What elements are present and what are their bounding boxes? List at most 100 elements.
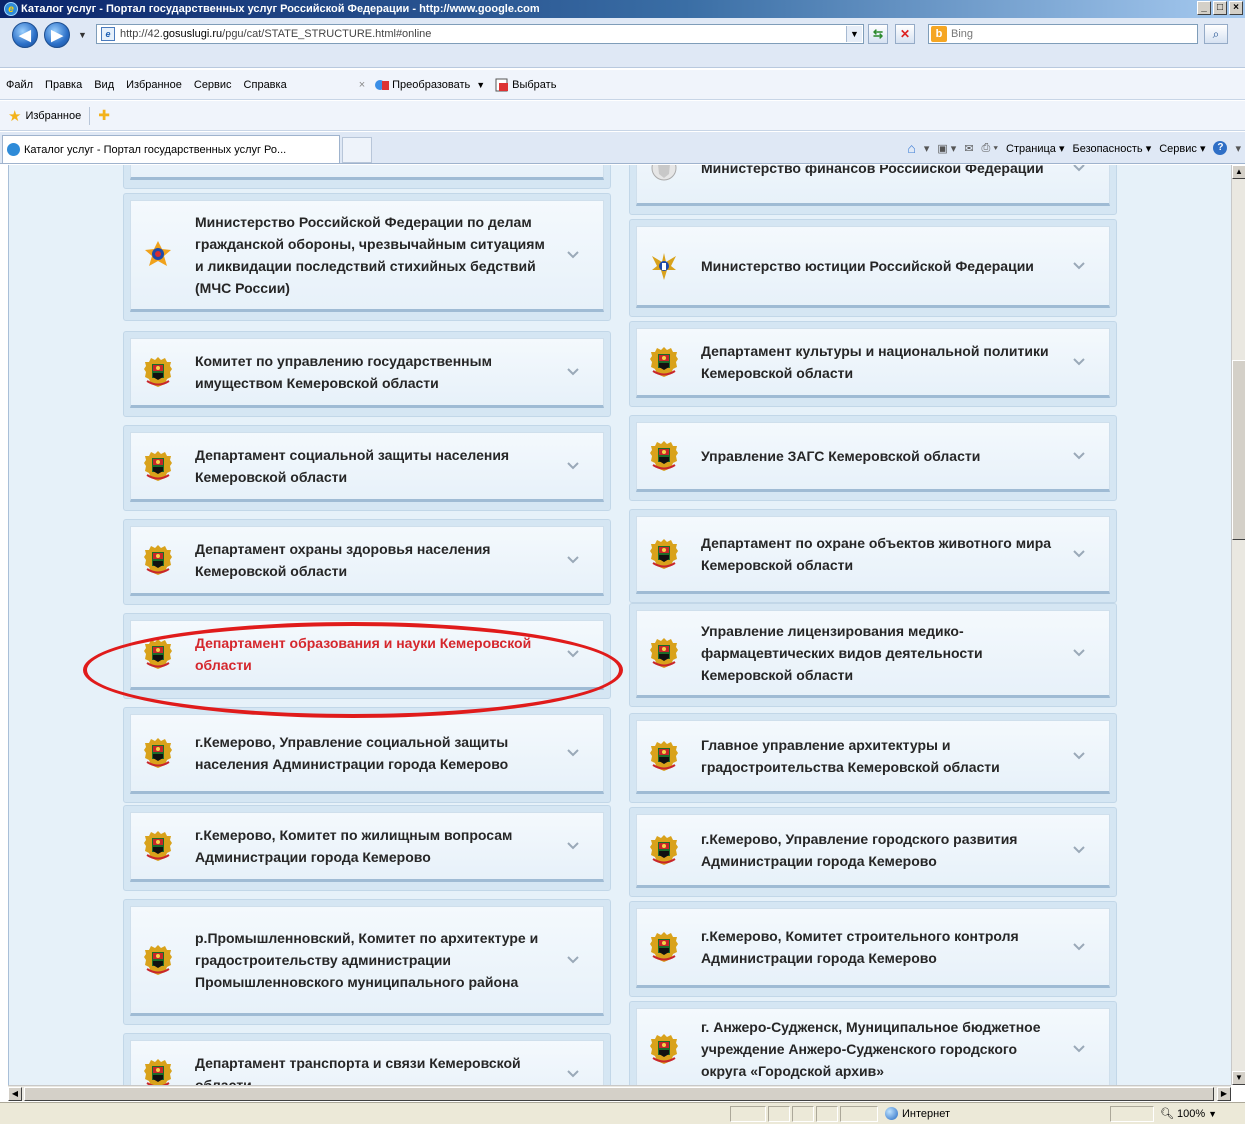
catalog-card[interactable]: г.Кемерово, Управление городского развит… — [629, 807, 1117, 897]
chevron-down-icon[interactable] — [1071, 842, 1087, 858]
catalog-card[interactable]: Министерство юстиции Российской Федераци… — [629, 219, 1117, 317]
home-icon[interactable]: ⌂ — [907, 140, 915, 156]
chevron-down-icon[interactable] — [565, 745, 581, 761]
maximize-button[interactable]: □ — [1213, 1, 1227, 15]
catalog-card-title[interactable]: Управление лицензирования медико-фармаце… — [701, 620, 1061, 686]
chevron-down-icon[interactable] — [1071, 939, 1087, 955]
catalog-card-title[interactable]: г. Анжеро-Судженск, Муниципальное бюджет… — [701, 1016, 1061, 1082]
add-favorite-icon[interactable]: ✚ — [98, 107, 110, 124]
safety-menu[interactable]: Безопасность ▾ — [1072, 142, 1151, 155]
chevron-down-icon[interactable] — [565, 838, 581, 854]
catalog-card[interactable] — [123, 165, 611, 189]
catalog-card[interactable]: Департамент образования и науки Кемеровс… — [123, 613, 611, 699]
catalog-card[interactable]: Министерство Российской Федерации по дел… — [123, 193, 611, 321]
convert-button[interactable]: Преобразовать ▼ — [375, 78, 485, 92]
search-button[interactable]: ⌕ — [1204, 24, 1228, 44]
scroll-down-arrow[interactable]: ▼ — [1232, 1071, 1245, 1085]
catalog-card[interactable]: г.Кемерово, Управление социальной защиты… — [123, 707, 611, 803]
chevron-down-icon[interactable] — [565, 952, 581, 968]
catalog-card[interactable]: Департамент по охране объектов животного… — [629, 509, 1117, 603]
catalog-card-title[interactable]: Департамент социальной защиты населения … — [195, 444, 555, 488]
tab-catalog[interactable]: Каталог услуг - Портал государственных у… — [2, 135, 340, 163]
minimize-button[interactable]: _ — [1197, 1, 1211, 15]
menu-file[interactable]: Файл — [6, 79, 33, 91]
catalog-card-title[interactable]: Департамент по охране объектов животного… — [701, 532, 1061, 576]
chevron-down-icon[interactable] — [565, 364, 581, 380]
catalog-card[interactable]: Департамент культуры и национальной поли… — [629, 321, 1117, 407]
forward-button[interactable]: ▶ — [44, 22, 70, 48]
back-button[interactable]: ◀ — [12, 22, 38, 48]
favorites-label[interactable]: Избранное — [25, 110, 81, 122]
chevron-down-icon[interactable] — [1071, 354, 1087, 370]
tools-menu[interactable]: Сервис ▾ — [1159, 142, 1205, 155]
vertical-scroll-thumb[interactable] — [1232, 360, 1245, 540]
catalog-card-title[interactable]: г.Кемерово, Комитет по жилищным вопросам… — [195, 824, 555, 868]
search-input[interactable]: b Bing — [928, 24, 1198, 44]
home-dropdown-icon[interactable]: ▾ — [924, 142, 930, 155]
catalog-card[interactable]: Управление лицензирования медико-фармаце… — [629, 603, 1117, 707]
stop-button[interactable]: ✕ — [895, 24, 915, 44]
mail-icon[interactable]: ✉ — [964, 142, 973, 155]
catalog-card[interactable]: Департамент охраны здоровья населения Ке… — [123, 519, 611, 605]
zoom-control[interactable]: 🔍︎ 100% ▼ — [1160, 1107, 1217, 1121]
scroll-right-arrow[interactable]: ▶ — [1217, 1087, 1231, 1101]
catalog-card[interactable]: Комитет по управлению государственным им… — [123, 331, 611, 417]
catalog-card-title[interactable]: Управление ЗАГС Кемеровской области — [701, 445, 1061, 467]
menu-help[interactable]: Справка — [244, 79, 287, 91]
favorites-star-icon[interactable]: ★ — [8, 107, 21, 125]
catalog-card[interactable]: г.Кемерово, Комитет по жилищным вопросам… — [123, 805, 611, 891]
page-menu[interactable]: Страница ▾ — [1006, 142, 1064, 155]
horizontal-scroll-thumb[interactable] — [24, 1087, 1214, 1101]
catalog-card[interactable]: р.Промышленновский, Комитет по архитекту… — [123, 899, 611, 1025]
chevron-down-icon[interactable] — [1071, 448, 1087, 464]
catalog-card-title[interactable]: г.Кемерово, Комитет строительного контро… — [701, 925, 1061, 969]
catalog-card[interactable]: Главное управление архитектуры и градост… — [629, 713, 1117, 803]
scroll-up-arrow[interactable]: ▲ — [1232, 165, 1245, 179]
vertical-scrollbar[interactable]: ▲ ▼ — [1231, 165, 1245, 1085]
close-toolbar-icon[interactable]: × — [359, 79, 365, 91]
chevron-down-icon[interactable] — [1071, 165, 1087, 176]
catalog-card[interactable]: Департамент транспорта и связи Кемеровск… — [123, 1033, 611, 1085]
catalog-card[interactable]: Министерство финансов Российской Федерац… — [629, 165, 1117, 215]
security-zone[interactable]: Интернет — [885, 1107, 950, 1120]
catalog-card[interactable]: Управление ЗАГС Кемеровской области — [629, 415, 1117, 501]
chevron-down-icon[interactable] — [565, 646, 581, 662]
scroll-left-arrow[interactable]: ◀ — [8, 1087, 22, 1101]
chevron-down-icon[interactable] — [1071, 258, 1087, 274]
history-dropdown-icon[interactable]: ▼ — [78, 30, 87, 40]
catalog-card[interactable]: г.Кемерово, Комитет строительного контро… — [629, 901, 1117, 997]
menu-view[interactable]: Вид — [94, 79, 114, 91]
menu-edit[interactable]: Правка — [45, 79, 82, 91]
new-tab-button[interactable] — [342, 137, 372, 163]
chevron-down-icon[interactable] — [1071, 645, 1087, 661]
catalog-card-title[interactable]: Департамент транспорта и связи Кемеровск… — [195, 1052, 555, 1085]
chevron-down-icon[interactable] — [565, 458, 581, 474]
catalog-card-title[interactable]: Министерство Российской Федерации по дел… — [195, 211, 555, 299]
address-dropdown-icon[interactable]: ▼ — [846, 26, 862, 42]
chevron-down-icon[interactable] — [565, 552, 581, 568]
catalog-card-title[interactable]: Департамент образования и науки Кемеровс… — [195, 632, 555, 676]
catalog-card[interactable]: Департамент социальной защиты населения … — [123, 425, 611, 511]
print-icon[interactable]: ⎙ ▾ — [982, 142, 998, 155]
address-input[interactable]: e http://42. gosuslugi.ru/pgu/cat/STATE_S… — [96, 24, 864, 44]
chevron-down-icon[interactable] — [565, 1066, 581, 1082]
catalog-card-title[interactable]: Департамент культуры и национальной поли… — [701, 340, 1061, 384]
chevron-down-icon[interactable] — [565, 247, 581, 263]
refresh-button[interactable]: ⇆ — [868, 24, 888, 44]
chevron-down-icon[interactable] — [1071, 748, 1087, 764]
menu-tools[interactable]: Сервис — [194, 79, 232, 91]
catalog-card-title[interactable]: г.Кемерово, Управление городского развит… — [701, 828, 1061, 872]
help-dropdown-icon[interactable]: ▾ — [1235, 142, 1241, 155]
protected-mode-cell[interactable] — [1110, 1106, 1154, 1122]
chevron-down-icon[interactable] — [1071, 1041, 1087, 1057]
help-icon[interactable]: ? — [1213, 141, 1228, 155]
chevron-down-icon[interactable] — [1071, 546, 1087, 562]
catalog-card-title[interactable]: р.Промышленновский, Комитет по архитекту… — [195, 927, 555, 993]
catalog-card-title[interactable]: Министерство финансов Российской Федерац… — [701, 165, 1061, 179]
menu-favorites[interactable]: Избранное — [126, 79, 182, 91]
select-button[interactable]: Выбрать — [495, 78, 556, 92]
catalog-card-title[interactable]: Министерство юстиции Российской Федераци… — [701, 255, 1061, 277]
catalog-card-title[interactable]: Комитет по управлению государственным им… — [195, 350, 555, 394]
catalog-card-title[interactable]: Департамент охраны здоровья населения Ке… — [195, 538, 555, 582]
feeds-icon[interactable]: ▣ ▾ — [937, 142, 956, 155]
